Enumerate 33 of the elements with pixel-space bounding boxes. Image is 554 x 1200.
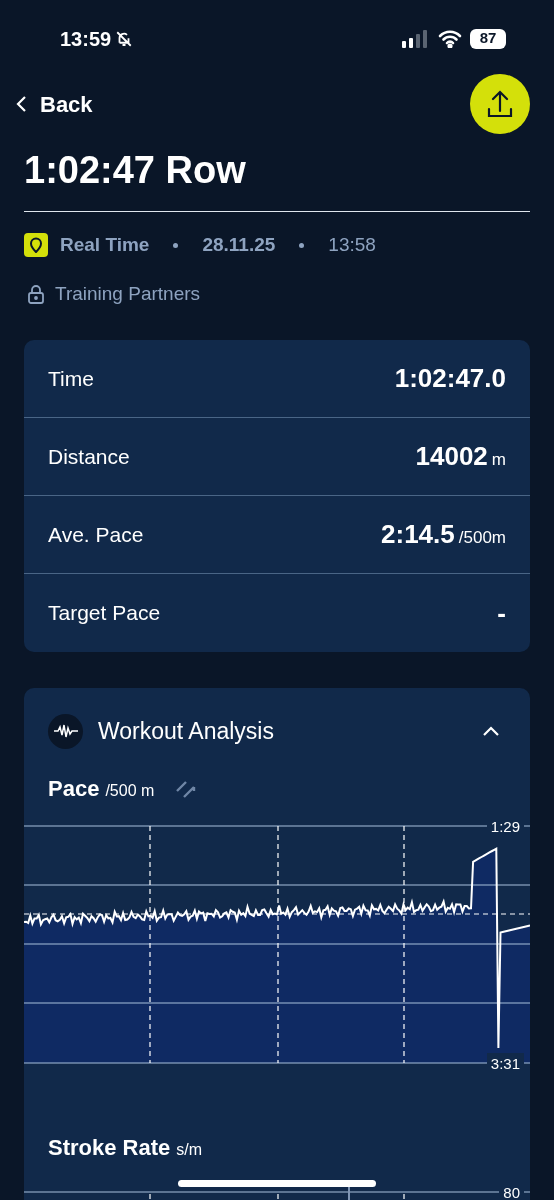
stat-unit: m (491, 449, 506, 471)
analysis-header[interactable]: Workout Analysis (24, 688, 530, 772)
chart-title: Pace (48, 775, 100, 803)
signal-icon (402, 29, 430, 48)
stat-unit: /500m (458, 527, 506, 549)
chevron-up-icon (482, 725, 500, 737)
workout-title: 1:02:47 Row (24, 148, 247, 193)
upload-icon (486, 89, 514, 119)
waveform-icon (48, 713, 83, 749)
stat-label: Ave. Pace (48, 521, 144, 548)
workout-source: Real Time (60, 233, 150, 257)
privacy-label: Training Partners (55, 281, 201, 306)
wifi-icon (438, 29, 462, 48)
chart-unit: /500 m (105, 781, 155, 801)
clock-time: 13:59 (60, 26, 112, 52)
muted-bell-icon (115, 29, 134, 48)
stat-label: Distance (48, 443, 130, 470)
lock-icon (27, 283, 45, 304)
share-button[interactable] (470, 74, 530, 134)
stat-label: Target Pace (48, 600, 161, 627)
workout-date: 28.11.25 (202, 233, 276, 257)
chart-title: Stroke Rate (48, 1134, 171, 1162)
stat-value: 1:02:47.0 (394, 362, 506, 395)
location-pin-badge (24, 233, 48, 258)
stat-label: Time (48, 365, 94, 392)
stat-value: - (497, 596, 506, 630)
stat-value: 2:14.5 (381, 518, 455, 551)
battery-indicator: 87 (470, 28, 506, 49)
workout-time: 13:58 (328, 233, 376, 257)
stat-value: 14002 (415, 440, 488, 473)
chevron-left-icon (16, 95, 28, 113)
back-button[interactable]: Back (16, 87, 93, 121)
chart-unit: s/m (176, 1140, 203, 1160)
